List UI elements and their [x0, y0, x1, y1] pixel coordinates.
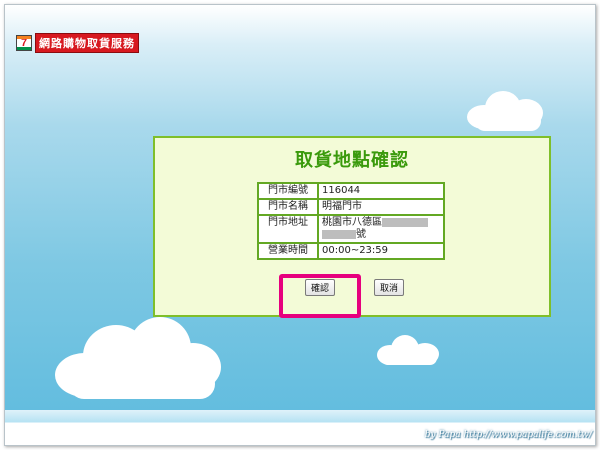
confirm-highlight-box: [279, 274, 361, 318]
business-hours-label: 營業時間: [257, 242, 319, 260]
cloud-right: [467, 87, 547, 133]
table-row: 門市地址 桃園市八德區 號: [257, 214, 445, 244]
table-row: 門市編號 116044: [257, 182, 445, 200]
cancel-button[interactable]: 取消: [374, 279, 404, 296]
store-id-value: 116044: [317, 182, 445, 200]
cloud-small: [377, 333, 441, 367]
store-id-label: 門市編號: [257, 182, 319, 200]
store-info-table: 門市編號 116044 門市名稱 明福門市 門市地址 桃園市八德區 號 營業時間…: [257, 182, 445, 260]
store-name-label: 門市名稱: [257, 198, 319, 216]
table-row: 營業時間 00:00~23:59: [257, 242, 445, 260]
store-address-label: 門市地址: [257, 214, 319, 244]
page-frame: 7 網路購物取貨服務 取貨地點確認 門市編號 116044 門市名稱 明福門市 …: [4, 4, 596, 446]
address-suffix: 號: [356, 229, 366, 240]
redacted-block: [382, 217, 428, 227]
table-row: 門市名稱 明福門市: [257, 198, 445, 216]
business-hours-value: 00:00~23:59: [317, 242, 445, 260]
redacted-block: [322, 229, 356, 239]
brand-logo-text: 網路購物取貨服務: [35, 33, 139, 53]
panel-title: 取貨地點確認: [295, 150, 409, 171]
address-prefix: 桃園市八德區: [322, 217, 382, 228]
cloud-left: [55, 317, 223, 399]
store-address-value: 桃園市八德區 號: [317, 214, 445, 244]
seven-eleven-icon: 7: [16, 35, 32, 51]
brand-logo[interactable]: 7 網路購物取貨服務: [16, 33, 139, 53]
store-name-value: 明福門市: [317, 198, 445, 216]
watermark-text: by Papa http://www.papalife.com.tw/: [424, 430, 592, 440]
